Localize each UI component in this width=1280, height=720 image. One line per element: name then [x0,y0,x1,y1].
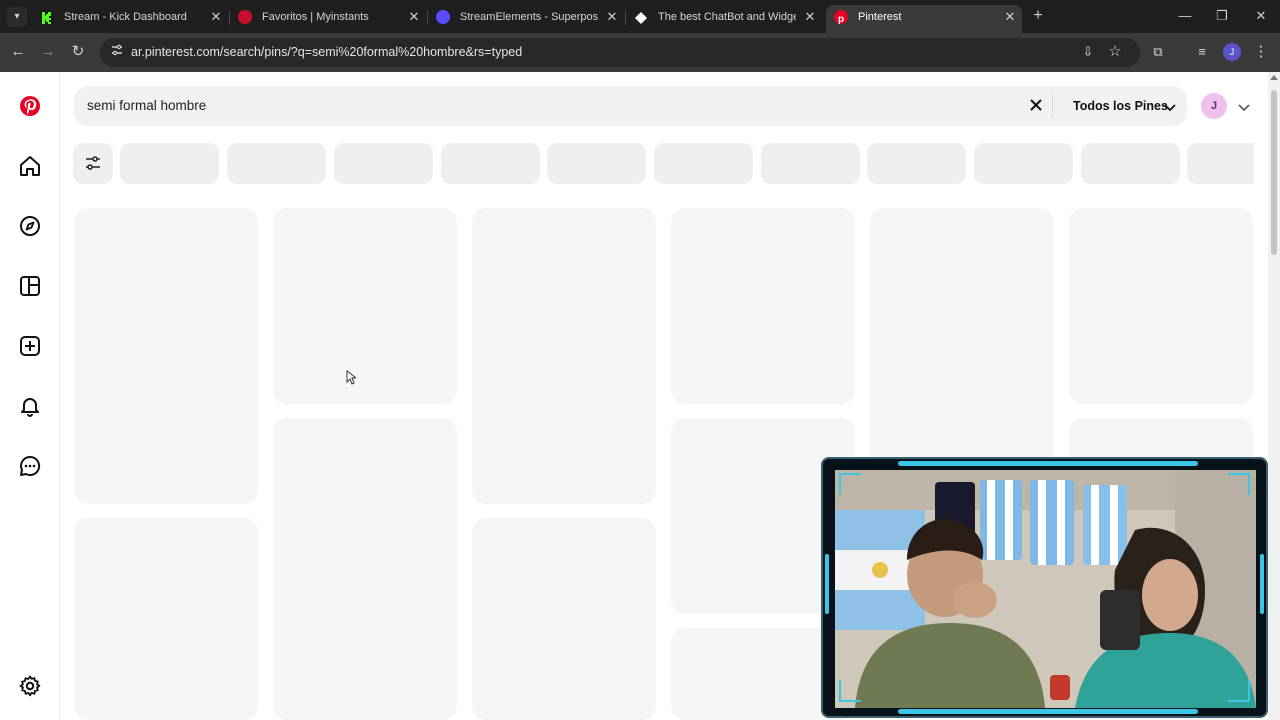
extensions-icon[interactable]: ⧉ [1148,42,1168,62]
pin-placeholder[interactable] [1069,208,1253,404]
address-bar[interactable]: ar.pinterest.com/search/pins/?q=semi%20f… [100,38,1140,67]
pin-placeholder[interactable] [671,208,855,404]
filter-chip-placeholder[interactable] [1081,143,1180,184]
pin-placeholder[interactable] [273,208,457,404]
pin-placeholder[interactable] [472,518,656,720]
clear-search-icon[interactable] [1027,96,1045,114]
kick-logo-icon [40,10,54,24]
overlay-left-accent [825,554,829,614]
filter-chip-placeholder[interactable] [547,143,646,184]
install-app-icon[interactable]: ⇩ [1078,42,1098,62]
pin-placeholder[interactable] [273,418,457,720]
settings-icon[interactable] [18,674,42,698]
close-tab-icon[interactable]: ✕ [404,5,424,29]
svg-text:p: p [838,14,844,25]
new-tab-button[interactable]: + [1028,6,1048,26]
tab-chatbot[interactable]: The best ChatBot and Widgets ✕ [626,5,822,29]
overlay-corner-bracket [839,680,861,702]
browser-menu-icon[interactable]: ⋮ [1251,42,1271,62]
webcam-overlay-frame [821,457,1268,718]
home-icon[interactable] [18,154,42,178]
filter-chip-placeholder[interactable] [227,143,326,184]
back-icon[interactable]: ← [8,42,28,62]
tab-title: StreamElements - Superposición [460,11,598,23]
close-tab-icon[interactable]: ✕ [1000,5,1020,29]
browser-toolbar: ← → ↻ ar.pinterest.com/search/pins/?q=se… [0,33,1280,72]
search-divider [1052,94,1053,118]
forward-icon[interactable]: → [38,42,58,62]
boards-icon[interactable] [18,274,42,298]
media-controls-icon[interactable]: ≡ [1192,42,1212,62]
close-tab-icon[interactable]: ✕ [206,5,226,29]
tab-title: The best ChatBot and Widgets [658,11,796,23]
browser-profile-avatar[interactable]: J [1223,43,1241,61]
maximize-button[interactable]: ❐ [1207,6,1237,26]
create-icon[interactable] [18,334,42,358]
filter-chip-placeholder[interactable] [1187,143,1254,184]
close-tab-icon[interactable]: ✕ [800,5,820,29]
filter-chip-placeholder[interactable] [441,143,540,184]
overlay-corner-bracket [839,473,861,495]
scrollbar-thumb[interactable] [1271,90,1277,255]
mouse-cursor-icon [346,369,358,390]
pin-placeholder[interactable] [472,208,656,504]
messages-icon[interactable] [18,454,42,478]
pinterest-logo-icon: p [834,10,848,25]
reload-icon[interactable]: ↻ [68,42,88,62]
tab-pinterest[interactable]: p Pinterest ✕ [826,5,1022,33]
overlay-right-accent [1260,554,1264,614]
filter-chip-placeholder[interactable] [974,143,1073,184]
search-bar[interactable]: semi formal hombre Todos los Pines [74,86,1187,126]
filters-button[interactable] [73,143,113,184]
pinterest-logo-icon[interactable] [18,94,42,118]
close-tab-icon[interactable]: ✕ [602,5,622,29]
filter-chip-placeholder[interactable] [654,143,753,184]
account-menu-chevron-icon[interactable] [1237,100,1251,114]
webcam-scene-image [835,470,1256,708]
tab-title: Favoritos | Myinstants [262,11,369,23]
overlay-top-bar [898,461,1198,466]
url-text: ar.pinterest.com/search/pins/?q=semi%20f… [131,45,523,59]
tab-streamelements[interactable]: StreamElements - Superposición ✕ [428,5,624,29]
filter-chip-placeholder[interactable] [334,143,433,184]
close-window-button[interactable]: ✕ [1246,6,1276,26]
chatbot-logo-icon [634,10,648,24]
filter-chip-placeholder[interactable] [761,143,860,184]
minimize-button[interactable]: — [1170,6,1200,26]
tab-title: Stream - Kick Dashboard [64,11,187,23]
pin-placeholder[interactable] [74,208,258,504]
bookmark-star-icon[interactable]: ☆ [1105,42,1125,62]
tab-kick-dashboard[interactable]: Stream - Kick Dashboard ✕ [32,5,228,29]
tab-myinstants[interactable]: Favoritos | Myinstants ✕ [230,5,426,29]
browser-tab-bar: ▾ Stream - Kick Dashboard ✕ Favoritos | … [0,0,1280,33]
scroll-up-arrow-icon[interactable] [1270,75,1278,80]
pin-placeholder[interactable] [74,518,258,720]
pinterest-sidebar [0,72,60,720]
search-input[interactable]: semi formal hombre [87,98,206,113]
overlay-corner-bracket [1228,680,1250,702]
page-scrollbar[interactable] [1268,72,1280,720]
webcam-video-feed [835,470,1256,708]
user-avatar[interactable]: J [1201,93,1227,119]
search-scope-dropdown[interactable]: Todos los Pines [1073,99,1168,113]
site-info-icon[interactable] [108,43,126,61]
overlay-bottom-bar [898,709,1198,714]
filter-chip-placeholder[interactable] [867,143,966,184]
explore-icon[interactable] [18,214,42,238]
filter-chip-placeholder[interactable] [120,143,219,184]
tab-title: Pinterest [858,11,902,23]
streamelements-logo-icon [436,10,450,24]
overlay-corner-bracket [1228,473,1250,495]
chevron-down-icon[interactable] [1163,100,1177,114]
tab-search-button[interactable]: ▾ [7,7,27,27]
filter-sliders-icon [86,156,100,170]
notifications-icon[interactable] [18,394,42,418]
myinstants-logo-icon [238,10,252,24]
